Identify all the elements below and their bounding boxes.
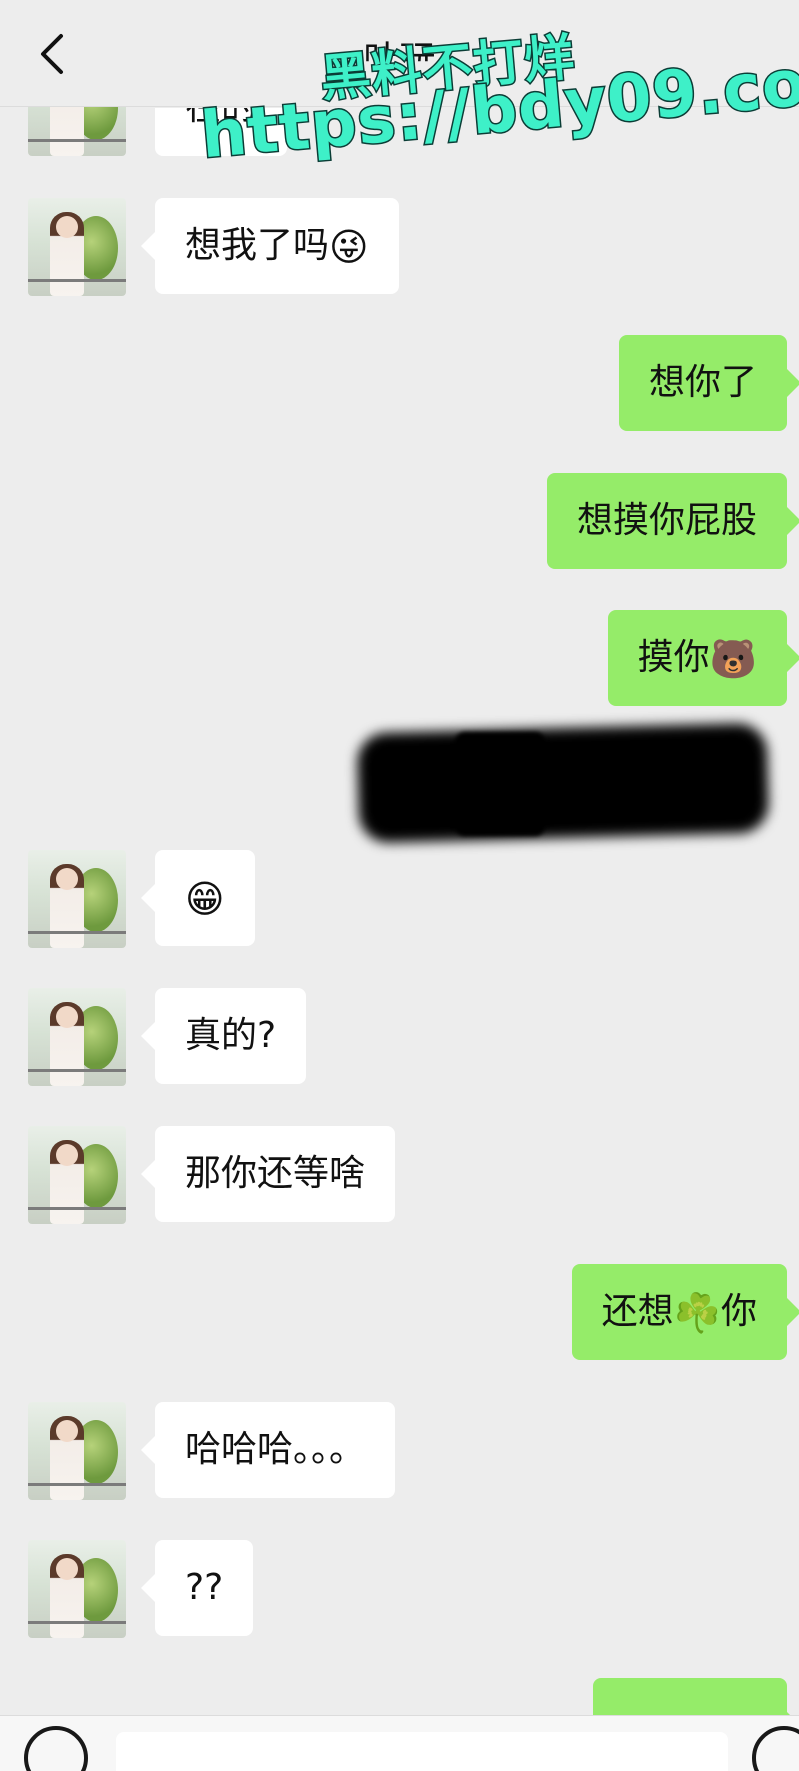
message-bubble-sent[interactable]: 摸你🐻 (607, 610, 799, 706)
grimacing-emoji: 😁 (185, 877, 225, 921)
message-text: 摸你 (637, 637, 710, 678)
redacted-message (356, 722, 770, 844)
message-bubble-received[interactable]: 想我了吗😜 (141, 198, 399, 294)
message-bubble-received[interactable]: 那你还等啥 (140, 1126, 396, 1222)
message-bubble-sent[interactable]: 想摸你屁股 (546, 473, 799, 569)
contact-avatar[interactable] (28, 988, 126, 1086)
bear-emoji: 🐻 (709, 637, 757, 681)
redacted-message-core (455, 732, 545, 836)
contact-avatar[interactable] (28, 1402, 126, 1500)
message-text: 那你还等啥 (185, 1153, 366, 1194)
message-text: 想摸你屁股 (576, 500, 757, 541)
message-bubble-received[interactable]: 哈哈哈。。。 (140, 1402, 396, 1498)
input-bar (0, 1715, 799, 1771)
contact-avatar[interactable] (28, 850, 126, 948)
message-text: 想我了吗 (185, 225, 330, 266)
winking-tongue-emoji: 😜 (329, 225, 369, 269)
contact-avatar[interactable] (28, 1540, 126, 1638)
message-bubble-received[interactable]: 真的? (140, 988, 307, 1084)
message-text-after: 你 (720, 1291, 757, 1332)
contact-avatar[interactable] (28, 1126, 126, 1224)
message-input[interactable] (116, 1732, 728, 1771)
emoji-icon[interactable] (752, 1726, 799, 1771)
message-bubble-received[interactable]: ?? (140, 1540, 254, 1636)
contact-avatar[interactable] (28, 198, 126, 296)
message-text: 哈哈哈。。。 (185, 1429, 366, 1470)
message-bubble-received[interactable]: 😁 (141, 850, 255, 946)
voice-icon[interactable] (24, 1726, 88, 1771)
message-text: 还想 (601, 1291, 674, 1332)
shamrock-emoji: ☘️ (673, 1291, 721, 1335)
message-text: ?? (185, 1567, 224, 1608)
message-text: 想你了 (648, 362, 757, 403)
message-text: 真的? (185, 1015, 277, 1056)
message-bubble-sent[interactable]: 想你了 (618, 335, 799, 431)
message-bubble-sent[interactable]: 还想☘️你 (571, 1264, 799, 1360)
